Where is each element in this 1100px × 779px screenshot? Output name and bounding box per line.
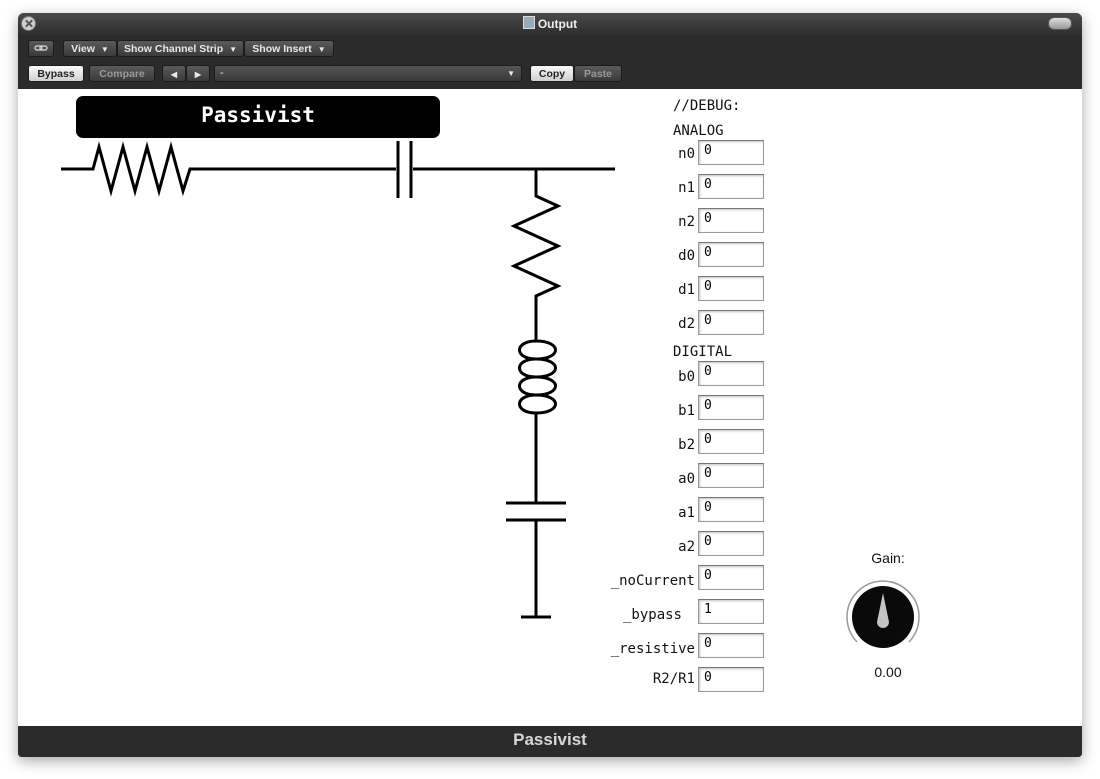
param-field-b1[interactable]: 0 bbox=[698, 395, 764, 420]
param-label-b0: b0 bbox=[678, 369, 695, 385]
document-icon bbox=[522, 16, 535, 29]
view-menu[interactable]: View ▼ bbox=[63, 40, 117, 57]
plugin-canvas: Passivist //DEBUG: ANALOG n0 0 n1 0 n2 0… bbox=[18, 89, 1082, 726]
param-label-a1: a1 bbox=[678, 505, 695, 521]
chevron-down-icon: ▼ bbox=[507, 69, 515, 78]
chevron-down-icon: ▼ bbox=[100, 45, 109, 54]
paste-button[interactable]: Paste bbox=[574, 65, 622, 82]
view-label: View bbox=[71, 43, 95, 55]
window-title-text: Output bbox=[537, 17, 578, 31]
param-field-resistive[interactable]: 0 bbox=[698, 633, 764, 658]
window-title: Output bbox=[18, 16, 1082, 31]
param-field-n2[interactable]: 0 bbox=[698, 208, 764, 233]
param-label-b2: b2 bbox=[678, 437, 695, 453]
gain-knob[interactable] bbox=[840, 577, 926, 661]
plugin-title-banner: Passivist bbox=[76, 96, 440, 138]
show-insert-menu[interactable]: Show Insert ▼ bbox=[244, 40, 334, 57]
next-preset-button[interactable]: ▶ bbox=[186, 65, 210, 82]
analog-header: ANALOG bbox=[673, 123, 724, 139]
param-label-b1: b1 bbox=[678, 403, 695, 419]
param-field-bypass[interactable]: 1 bbox=[698, 599, 764, 624]
preset-value: - bbox=[220, 67, 224, 79]
link-icon bbox=[34, 45, 48, 51]
gain-label: Gain: bbox=[871, 550, 905, 566]
debug-header: //DEBUG: bbox=[673, 98, 741, 114]
param-field-b2[interactable]: 0 bbox=[698, 429, 764, 454]
footer-plugin-name: Passivist bbox=[18, 726, 1082, 757]
insert-label: Show Insert bbox=[252, 43, 312, 55]
gain-value: 0.00 bbox=[874, 664, 902, 680]
show-channel-strip-menu[interactable]: Show Channel Strip ▼ bbox=[117, 40, 244, 57]
param-label-n0: n0 bbox=[678, 146, 695, 162]
param-field-n1[interactable]: 0 bbox=[698, 174, 764, 199]
param-field-d0[interactable]: 0 bbox=[698, 242, 764, 267]
param-label-resistive: _resistive bbox=[610, 641, 695, 657]
digital-header: DIGITAL bbox=[673, 344, 733, 360]
param-label-a0: a0 bbox=[678, 471, 695, 487]
bypass-button[interactable]: Bypass bbox=[28, 65, 84, 82]
copy-button[interactable]: Copy bbox=[530, 65, 574, 82]
toolbar: View ▼ Show Channel Strip ▼ Show Insert ▼ B… bbox=[18, 35, 1082, 87]
link-button[interactable] bbox=[28, 40, 54, 57]
param-field-d1[interactable]: 0 bbox=[698, 276, 764, 301]
zoom-icon[interactable] bbox=[1048, 17, 1072, 30]
param-label-d0: d0 bbox=[678, 248, 695, 264]
series-resistor-icon bbox=[61, 141, 396, 197]
shunt-resistor-icon bbox=[510, 169, 562, 329]
param-label-n2: n2 bbox=[678, 214, 695, 230]
chevron-down-icon: ▼ bbox=[317, 45, 326, 54]
param-label-n1: n1 bbox=[678, 180, 695, 196]
compare-button[interactable]: Compare bbox=[89, 65, 155, 82]
title-bar[interactable]: Output bbox=[18, 13, 1082, 35]
param-field-n0[interactable]: 0 bbox=[698, 140, 764, 165]
param-field-r2-r1[interactable]: 0 bbox=[698, 667, 764, 692]
param-field-a0[interactable]: 0 bbox=[698, 463, 764, 488]
param-label-bypass: _bypass bbox=[622, 607, 682, 623]
param-field-d2[interactable]: 0 bbox=[698, 310, 764, 335]
param-field-a1[interactable]: 0 bbox=[698, 497, 764, 522]
param-label-d1: d1 bbox=[678, 282, 695, 298]
param-field-nocurrent[interactable]: 0 bbox=[698, 565, 764, 590]
param-field-a2[interactable]: 0 bbox=[698, 531, 764, 556]
channel-strip-label: Show Channel Strip bbox=[123, 43, 224, 55]
chevron-down-icon: ▼ bbox=[229, 45, 238, 54]
circuit-diagram bbox=[61, 141, 615, 619]
param-label-nocurrent: _noCurrent bbox=[610, 573, 695, 589]
previous-preset-button[interactable]: ◀ bbox=[162, 65, 186, 82]
preset-select[interactable]: - ▼ bbox=[214, 65, 522, 82]
param-label-r2-r1: R2/R1 bbox=[652, 671, 695, 687]
inductor-icon bbox=[518, 329, 557, 423]
plugin-window: Output View ▼ Show Channel Strip ▼ Show In… bbox=[18, 13, 1082, 757]
param-label-a2: a2 bbox=[678, 539, 695, 555]
param-field-b0[interactable]: 0 bbox=[698, 361, 764, 386]
param-label-d2: d2 bbox=[678, 316, 695, 332]
